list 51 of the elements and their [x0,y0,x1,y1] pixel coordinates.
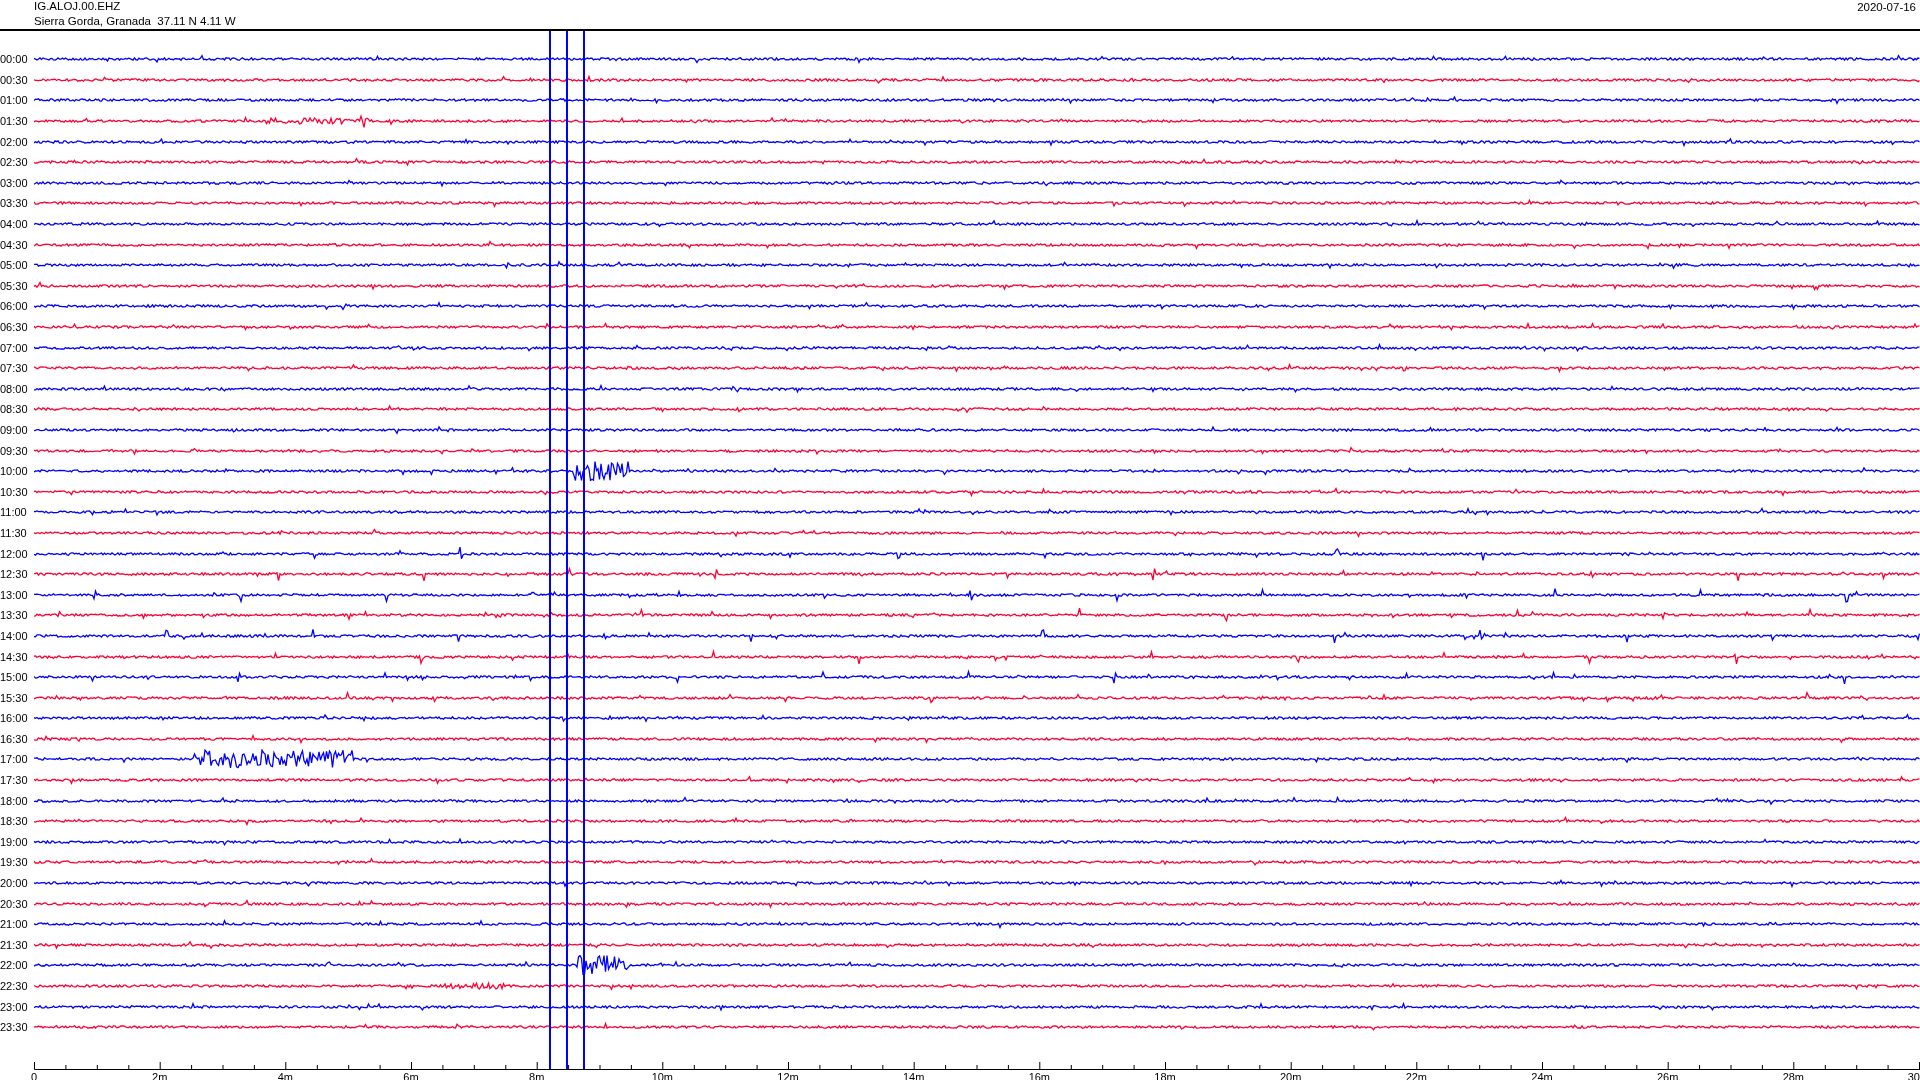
station-code: IG.ALOJ.00.EHZ [34,0,122,13]
time-label: 23:30 [0,1021,29,1034]
time-label: 17:00 [0,753,29,766]
time-label: 20:00 [0,877,29,890]
time-label: 02:00 [0,135,29,148]
time-label: 14:00 [0,629,29,642]
time-label: 20:30 [0,897,29,910]
date-label: 2020-07-16 [1857,1,1916,14]
time-label: 09:00 [0,424,29,436]
time-label: 06:30 [0,321,29,333]
time-label: 11:00 [0,506,28,519]
time-label: 23:00 [0,1000,29,1013]
time-label: 09:30 [0,444,29,457]
time-label: 21:00 [0,918,29,931]
time-label: 12:00 [0,547,29,560]
station-location: Sierra Gorda, Granada 37.11 N 4.11 W [34,15,236,28]
time-label: 05:30 [0,279,29,292]
time-label: 08:00 [0,382,29,395]
time-label: 04:00 [0,218,29,231]
time-label: 01:00 [0,94,29,107]
time-label: 08:30 [0,403,29,416]
time-label: 17:30 [0,774,29,787]
time-label: 11:30 [0,526,28,539]
time-label: 21:30 [0,938,29,951]
time-label: 13:30 [0,609,29,622]
time-label: 22:30 [0,980,29,992]
time-label: 00:30 [0,73,29,86]
time-label: 16:30 [0,732,29,745]
time-label: 13:00 [0,588,29,601]
time-label: 15:30 [0,691,29,704]
time-label: 03:00 [0,176,29,189]
time-label: 07:00 [0,341,29,354]
time-label: 01:30 [0,115,29,128]
time-label: 10:30 [0,485,29,498]
time-label: 18:30 [0,815,29,828]
time-label: 05:00 [0,259,29,272]
time-label: 14:30 [0,650,29,663]
time-label: 10:00 [0,465,29,478]
time-label: 02:30 [0,156,29,169]
time-label: 22:00 [0,959,29,972]
time-label: 12:30 [0,568,29,581]
time-label: 18:00 [0,794,29,807]
time-label: 07:30 [0,362,29,375]
time-label: 19:00 [0,835,29,848]
time-label: 03:30 [0,197,29,210]
time-label: 15:00 [0,671,29,684]
time-label: 19:30 [0,856,29,869]
time-label: 16:00 [0,712,29,725]
time-label: 00:00 [0,53,29,66]
time-label: 04:30 [0,238,29,251]
time-label: 06:00 [0,300,29,313]
